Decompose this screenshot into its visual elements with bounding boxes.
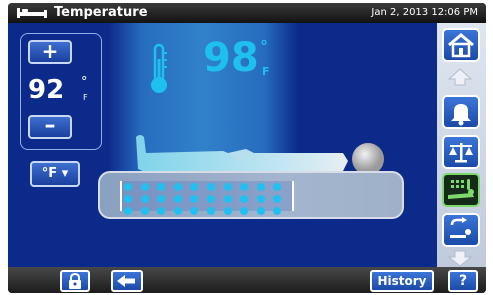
heat-dot (273, 195, 282, 203)
decrease-setpoint-button[interactable]: – (28, 115, 72, 139)
heat-dot (157, 207, 166, 215)
heat-dots (124, 183, 290, 215)
heat-dot (207, 183, 215, 191)
patient-temperature-value: 98 (203, 35, 259, 81)
heat-dot (223, 207, 232, 215)
heat-dot (256, 195, 265, 203)
heat-dot (190, 207, 199, 215)
scroll-up-arrow-icon[interactable] (447, 67, 473, 87)
help-button[interactable]: ? (448, 270, 478, 292)
heat-dot (207, 207, 215, 215)
right-nav (437, 23, 486, 267)
heat-dot (273, 207, 282, 215)
heat-dot (173, 207, 182, 215)
scale-icon (449, 143, 473, 163)
mattress-zone-map (98, 171, 404, 219)
home-button[interactable] (442, 28, 480, 62)
heat-dot (173, 195, 182, 203)
heat-dot (223, 183, 232, 191)
heat-dot (240, 183, 249, 191)
turn-assist-icon (450, 217, 471, 238)
back-button[interactable] (111, 270, 143, 292)
heat-dot (190, 195, 199, 203)
title-bar: Temperature Jan 2, 2013 12:06 PM (8, 3, 486, 23)
heat-dot (140, 207, 149, 215)
heat-dot (140, 183, 149, 191)
heat-dot (240, 207, 249, 215)
heat-dot (256, 207, 265, 215)
turn-assist-button[interactable] (442, 213, 480, 247)
heat-dot (124, 207, 132, 215)
heat-dot (223, 195, 232, 203)
heat-dot (124, 183, 132, 191)
main-area: + 92 ° F – °F ▾ 98 ° F (8, 23, 486, 267)
setpoint-degree: ° (81, 75, 88, 90)
back-arrow-icon (117, 275, 135, 287)
heat-dot (256, 183, 265, 191)
thermometer-icon (151, 43, 167, 93)
date-time: Jan 2, 2013 12:06 PM (371, 7, 478, 18)
heat-dot (173, 183, 182, 191)
patient-temperature-unit: F (262, 65, 270, 78)
heat-dot (240, 195, 249, 203)
increase-setpoint-button[interactable]: + (28, 40, 72, 64)
history-button[interactable]: History (370, 270, 434, 292)
patient-temperature-degree: ° (260, 37, 268, 56)
unit-select[interactable]: °F ▾ (30, 161, 80, 187)
heat-dot (157, 195, 166, 203)
bottom-bar: History ? (8, 267, 486, 293)
scroll-down-arrow-icon[interactable] (447, 249, 473, 267)
heat-dot (157, 183, 166, 191)
heat-dot (124, 195, 132, 203)
lock-button[interactable] (60, 270, 90, 292)
heat-dot (190, 183, 199, 191)
app-window: Temperature Jan 2, 2013 12:06 PM + 92 ° … (8, 3, 486, 293)
home-icon (448, 33, 474, 58)
heated-zone (120, 181, 294, 215)
heat-dot (140, 195, 149, 203)
heat-therapy-button[interactable] (442, 173, 480, 207)
heat-dot (273, 183, 282, 191)
setpoint-unit: F (83, 93, 88, 102)
alarm-button[interactable] (442, 95, 480, 129)
heat-therapy-icon (448, 179, 474, 199)
bed-icon (17, 8, 47, 18)
heat-dot (207, 195, 215, 203)
bell-icon (451, 104, 471, 126)
scale-button[interactable] (442, 135, 480, 169)
setpoint-value: 92 (28, 75, 65, 105)
lock-icon (69, 272, 81, 289)
page-title: Temperature (54, 5, 148, 20)
